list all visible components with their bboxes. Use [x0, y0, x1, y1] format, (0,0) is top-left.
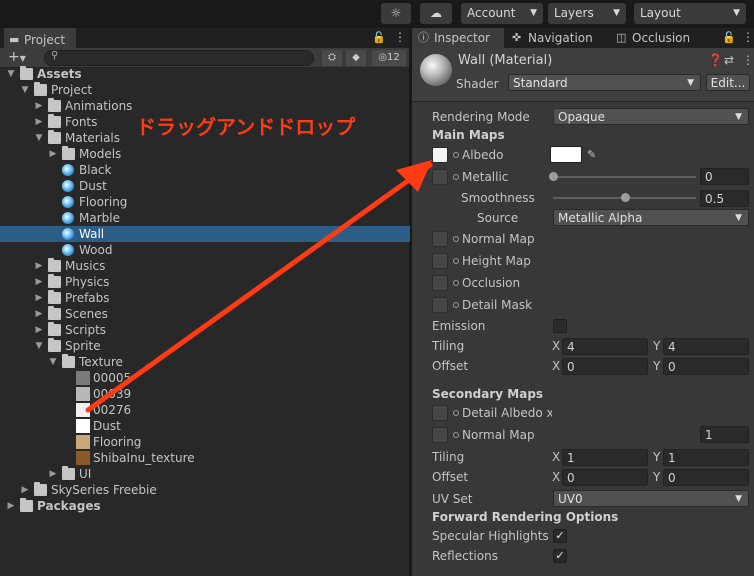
arrow-line	[85, 162, 433, 413]
drag-drop-annotation: ドラッグアンドドロップ	[136, 115, 356, 139]
drag-drop-arrow	[85, 160, 433, 413]
